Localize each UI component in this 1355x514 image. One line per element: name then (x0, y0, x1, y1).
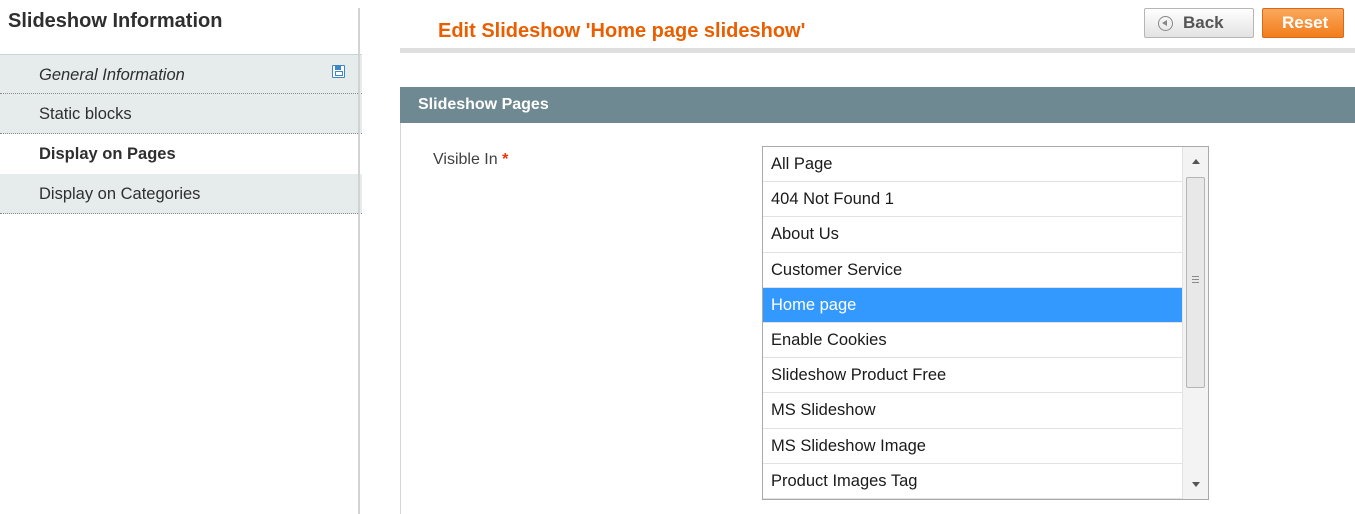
grip-icon (1192, 276, 1199, 283)
tab-label: Static blocks (39, 105, 132, 123)
option-item[interactable]: Product Images Tag (763, 464, 1183, 499)
tab-display-on-categories[interactable]: Display on Categories (0, 174, 362, 214)
scrollbar[interactable] (1182, 147, 1208, 499)
sidebar: Slideshow Information General Informatio… (0, 0, 362, 514)
option-item[interactable]: 404 Not Found 1 (763, 182, 1183, 218)
visible-in-multiselect[interactable]: All Page 404 Not Found 1 About Us Customer … (762, 146, 1209, 500)
option-item[interactable]: About Us (763, 217, 1183, 253)
header-divider (400, 48, 1355, 53)
option-item[interactable]: Customer Service (763, 253, 1183, 288)
tab-general-information[interactable]: General Information (0, 54, 362, 94)
visible-in-label: Visible In * (433, 151, 508, 169)
tab-label: Display on Categories (39, 185, 201, 203)
scroll-down-icon[interactable] (1192, 482, 1200, 487)
scroll-thumb[interactable] (1186, 177, 1205, 388)
page-title: Edit Slideshow 'Home page slideshow' (438, 20, 806, 42)
option-item[interactable]: MS Slideshow Image (763, 429, 1183, 464)
section-title: Slideshow Pages (418, 96, 549, 113)
reset-button[interactable]: Reset (1262, 8, 1344, 38)
back-button[interactable]: Back (1144, 8, 1254, 38)
option-item[interactable]: All Page (763, 147, 1183, 183)
sidebar-divider (358, 8, 360, 514)
option-item[interactable]: MS Slideshow (763, 393, 1183, 429)
tab-display-on-pages[interactable]: Display on Pages (0, 134, 362, 174)
option-item[interactable]: Slideshow Product Free (763, 358, 1183, 394)
option-item[interactable]: Enable Cookies (763, 323, 1183, 359)
tab-static-blocks[interactable]: Static blocks (0, 94, 362, 134)
sidebar-tabs: General Information Static blocks Displa… (0, 54, 362, 214)
required-mark: * (502, 151, 509, 168)
back-arrow-icon (1158, 16, 1173, 31)
tab-label: Display on Pages (39, 145, 176, 163)
sidebar-title: Slideshow Information (8, 10, 223, 32)
section-header: Slideshow Pages (400, 87, 1355, 123)
field-label-text: Visible In (433, 151, 498, 168)
tab-label: General Information (39, 66, 185, 84)
back-button-label: Back (1183, 13, 1224, 32)
reset-button-label: Reset (1282, 13, 1329, 32)
save-icon (332, 65, 345, 78)
option-item[interactable]: Home page (763, 287, 1183, 323)
scroll-up-icon[interactable] (1192, 159, 1200, 164)
option-list: All Page 404 Not Found 1 About Us Customer … (763, 147, 1183, 499)
